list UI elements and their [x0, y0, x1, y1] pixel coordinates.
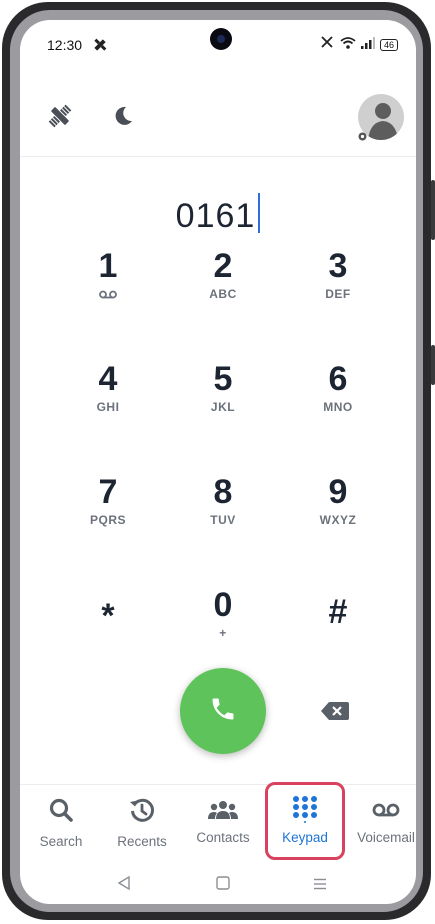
signal-icon: [360, 36, 375, 54]
app-header: [20, 72, 416, 157]
key-6[interactable]: 6 MNO: [288, 361, 388, 451]
key-hash[interactable]: #: [288, 594, 388, 684]
voicemail-small-icon: [99, 286, 117, 304]
people-icon: [208, 799, 238, 826]
phone-icon: [209, 695, 237, 728]
back-icon[interactable]: [117, 875, 131, 895]
voicemail-icon: [372, 803, 400, 822]
nav-voicemail[interactable]: Voicemail: [346, 789, 416, 857]
dialed-number[interactable]: 0161: [20, 193, 416, 236]
power-button: [431, 345, 435, 385]
nav-search[interactable]: Search: [21, 789, 101, 857]
key-1[interactable]: 1: [58, 248, 158, 338]
backspace-icon: [321, 702, 349, 720]
home-icon[interactable]: [216, 876, 230, 895]
backspace-button[interactable]: [320, 700, 350, 722]
status-time: 12:30: [47, 37, 83, 53]
battery-icon: 46: [379, 38, 398, 51]
nav-recents[interactable]: Recents: [102, 789, 182, 857]
bottom-nav: Search Recents Contacts Keypad Voicemail: [20, 784, 416, 861]
keypad-highlight-box: [265, 782, 345, 860]
key-star[interactable]: *: [58, 592, 158, 682]
text-cursor: [258, 193, 261, 233]
screen: 12:30 46 0161 1 2 ABC 3 DEF 4 GHI 5 JKL …: [20, 20, 416, 904]
key-4[interactable]: 4 GHI: [58, 361, 158, 451]
volume-button: [431, 180, 435, 240]
history-icon: [129, 797, 155, 828]
key-7[interactable]: 7 PQRS: [58, 474, 158, 564]
satellite-status-icon: [92, 37, 108, 58]
search-icon: [48, 797, 74, 828]
key-0[interactable]: 0 +: [173, 587, 273, 677]
nav-contacts[interactable]: Contacts: [183, 789, 263, 857]
status-bar: 12:30 46: [20, 20, 416, 70]
wifi-icon: [340, 36, 356, 54]
dialed-number-text: 0161: [175, 197, 256, 235]
key-3[interactable]: 3 DEF: [288, 248, 388, 338]
recents-menu-icon[interactable]: [313, 877, 327, 895]
nfc-icon: [319, 35, 335, 54]
front-camera: [210, 28, 232, 50]
key-8[interactable]: 8 TUV: [173, 474, 273, 564]
call-button[interactable]: [180, 668, 266, 754]
key-5[interactable]: 5 JKL: [173, 361, 273, 451]
key-9[interactable]: 9 WXYZ: [288, 474, 388, 564]
system-nav-bar: [20, 862, 416, 904]
settings-badge-icon: [357, 129, 368, 147]
satellite-icon[interactable]: [46, 102, 74, 135]
dark-mode-icon[interactable]: [112, 105, 134, 132]
key-2[interactable]: 2 ABC: [173, 248, 273, 338]
